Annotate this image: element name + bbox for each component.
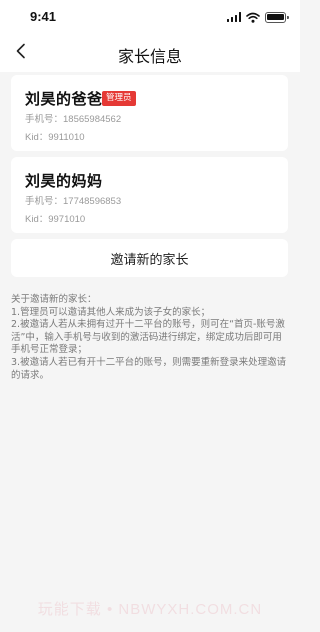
- parent-kid: Kid：9971010: [25, 214, 86, 225]
- page-title: 家长信息: [117, 47, 182, 66]
- invite-notes: 关于邀请新的家长： 1.管理员可以邀请其他人来成为该子女的家长； 2.被邀请人若…: [11, 294, 291, 382]
- parent-card-father[interactable]: 刘昊的爸爸 管理员 手机号：18565984562 Kid：9911010: [11, 75, 288, 151]
- notes-item: 2.被邀请人若从未拥有过开十二平台的账号，则可在“首页-账号激活”中，输入手机号…: [11, 319, 285, 356]
- watermark: 玩能下载 • NBWYXH.COM.CN: [37, 601, 263, 618]
- parent-kid: Kid：9911010: [25, 132, 85, 143]
- status-icons: [226, 11, 289, 23]
- parent-card-mother[interactable]: 刘昊的妈妈 手机号：17748596853 Kid：9971010: [11, 157, 288, 233]
- notes-item: 3.被邀请人若已有开十二平台的账号，则需要重新登录来处理邀请的请求。: [11, 356, 287, 381]
- battery-icon: [265, 11, 289, 23]
- status-time: 9:41: [30, 9, 57, 24]
- parent-phone: 手机号：17748596853: [25, 196, 122, 207]
- wifi-icon: [246, 8, 260, 27]
- notes-item: 1.管理员可以邀请其他人来成为该子女的家长；: [11, 306, 211, 318]
- parent-name: 刘昊的爸爸: [25, 90, 103, 108]
- signal-icon: [226, 12, 241, 22]
- parent-phone: 手机号：18565984562: [25, 114, 122, 125]
- status-bar: 9:41: [0, 0, 300, 34]
- parent-name: 刘昊的妈妈: [25, 172, 103, 190]
- notes-title: 关于邀请新的家长：: [11, 294, 97, 305]
- admin-badge: 管理员: [102, 91, 136, 106]
- nav-bar: 家长信息: [0, 34, 300, 72]
- invite-parent-button[interactable]: 邀请新的家长: [11, 239, 288, 277]
